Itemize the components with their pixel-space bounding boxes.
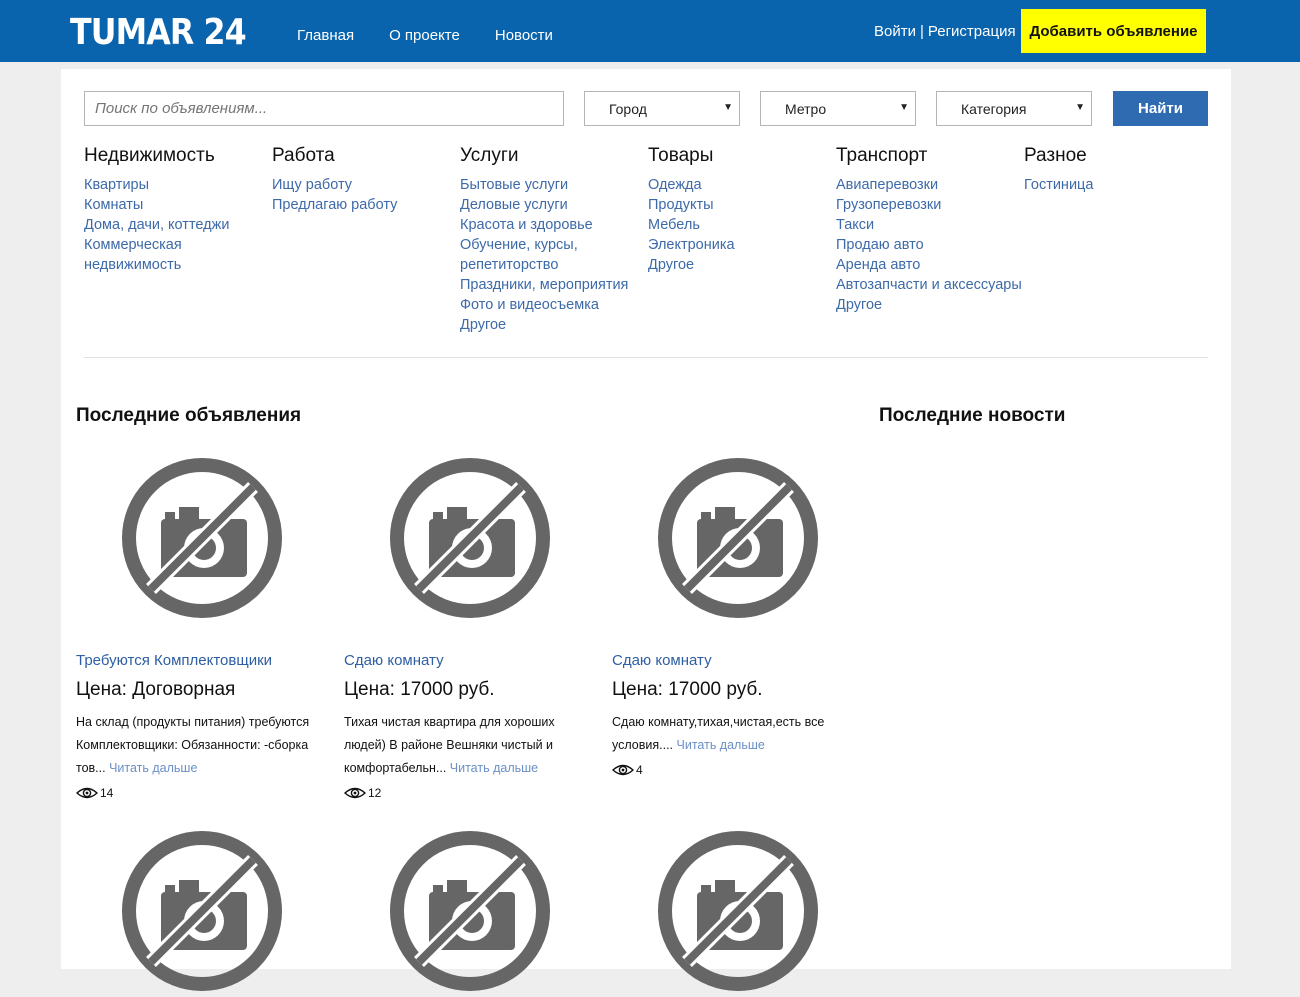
eye-icon bbox=[612, 763, 634, 777]
main-content: Город ▼ Метро ▼ Категория ▼ Найти Недвиж… bbox=[61, 69, 1231, 969]
category-link[interactable]: Одежда bbox=[648, 175, 836, 195]
search-button[interactable]: Найти bbox=[1113, 91, 1208, 126]
auth-separator: | bbox=[919, 23, 924, 40]
ad-title-link[interactable]: Сдаю комнату bbox=[612, 652, 862, 669]
ad-price: Цена: 17000 руб. bbox=[612, 679, 763, 700]
no-photo-icon[interactable] bbox=[121, 830, 283, 992]
add-listing-button[interactable]: Добавить объявление bbox=[1021, 9, 1206, 53]
category-title: Услуги bbox=[460, 145, 519, 166]
site-logo[interactable]: TUMAR 24 bbox=[70, 12, 247, 53]
category-link[interactable]: Ищу работу bbox=[272, 175, 460, 195]
nav-home[interactable]: Главная bbox=[297, 27, 354, 44]
category-link[interactable]: Другое bbox=[648, 255, 836, 275]
category-link[interactable]: Фото и видеосъемка bbox=[460, 295, 632, 315]
no-photo-icon[interactable] bbox=[389, 457, 551, 619]
category-select-label: Категория bbox=[961, 100, 1027, 117]
category-link[interactable]: Такси bbox=[836, 215, 1024, 235]
ad-card bbox=[344, 830, 594, 997]
metro-select[interactable]: Метро ▼ bbox=[760, 91, 916, 126]
category-link[interactable]: Продукты bbox=[648, 195, 836, 215]
login-link[interactable]: Войти bbox=[874, 23, 916, 40]
category-title: Разное bbox=[1024, 145, 1087, 166]
category-link[interactable]: Другое bbox=[836, 295, 1024, 315]
auth-links: Войти | Регистрация bbox=[874, 23, 1016, 40]
ad-title-link[interactable]: Сдаю комнату bbox=[344, 652, 594, 669]
category-link[interactable]: Обучение, курсы, репетиторство bbox=[460, 235, 632, 275]
category-select[interactable]: Категория ▼ bbox=[936, 91, 1092, 126]
ad-card: Требуются Комплектовщики Цена: Договорна… bbox=[76, 457, 326, 800]
category-link[interactable]: Другое bbox=[460, 315, 632, 335]
chevron-down-icon: ▼ bbox=[899, 102, 909, 113]
ad-title-link[interactable]: Требуются Комплектовщики bbox=[76, 652, 326, 669]
category-title: Недвижимость bbox=[84, 145, 215, 166]
chevron-down-icon: ▼ bbox=[723, 102, 733, 113]
search-bar: Город ▼ Метро ▼ Категория ▼ Найти bbox=[84, 91, 1208, 126]
category-column-misc: Разное Гостиница bbox=[1024, 145, 1212, 195]
category-link[interactable]: Праздники, мероприятия bbox=[460, 275, 632, 295]
category-directory: Недвижимость Квартиры Комнаты Дома, дачи… bbox=[84, 145, 1208, 345]
divider bbox=[84, 357, 1208, 358]
category-column-transport: Транспорт Авиаперевозки Грузоперевозки Т… bbox=[836, 145, 1024, 315]
top-bar: TUMAR 24 Главная О проекте Новости Войти… bbox=[0, 0, 1300, 62]
no-photo-icon[interactable] bbox=[657, 457, 819, 619]
category-link[interactable]: Грузоперевозки bbox=[836, 195, 1024, 215]
city-select[interactable]: Город ▼ bbox=[584, 91, 740, 126]
read-more-link[interactable]: Читать дальше bbox=[109, 761, 197, 775]
category-link[interactable]: Авиаперевозки bbox=[836, 175, 1024, 195]
category-link[interactable]: Красота и здоровье bbox=[460, 215, 632, 235]
ad-card: Сдаю комнату Цена: 17000 руб. Сдаю комна… bbox=[612, 457, 862, 777]
category-column-services: Услуги Бытовые услуги Деловые услуги Кра… bbox=[460, 145, 632, 335]
nav-about[interactable]: О проекте bbox=[389, 27, 460, 44]
read-more-link[interactable]: Читать дальше bbox=[677, 738, 765, 752]
ad-views: 14 bbox=[76, 786, 326, 800]
category-title: Товары bbox=[648, 145, 714, 166]
category-link[interactable]: Комнаты bbox=[84, 195, 272, 215]
ad-card: Сдаю комнату Цена: 17000 руб. Тихая чист… bbox=[344, 457, 594, 800]
ad-description: Сдаю комнату,тихая,чистая,есть все услов… bbox=[612, 711, 862, 757]
no-photo-icon[interactable] bbox=[657, 830, 819, 992]
category-link[interactable]: Гостиница bbox=[1024, 175, 1212, 195]
metro-select-label: Метро bbox=[785, 100, 827, 117]
ad-description: Тихая чистая квартира для хороших людей)… bbox=[344, 711, 594, 780]
ad-price: Цена: Договорная bbox=[76, 679, 236, 700]
category-column-jobs: Работа Ищу работу Предлагаю работу bbox=[272, 145, 460, 215]
category-column-real-estate: Недвижимость Квартиры Комнаты Дома, дачи… bbox=[84, 145, 272, 275]
latest-ads-title: Последние объявления bbox=[76, 405, 302, 426]
category-link[interactable]: Коммерческая недвижимость bbox=[84, 235, 272, 275]
ad-card bbox=[76, 830, 326, 997]
category-link[interactable]: Квартиры bbox=[84, 175, 272, 195]
ad-description: На склад (продукты питания) требуются Ко… bbox=[76, 711, 326, 780]
category-title: Транспорт bbox=[836, 145, 928, 166]
category-column-goods: Товары Одежда Продукты Мебель Электроник… bbox=[648, 145, 836, 275]
ad-views: 4 bbox=[612, 763, 862, 777]
no-photo-icon[interactable] bbox=[121, 457, 283, 619]
category-link[interactable]: Аренда авто bbox=[836, 255, 1024, 275]
view-count: 14 bbox=[100, 786, 114, 800]
category-link[interactable]: Бытовые услуги bbox=[460, 175, 632, 195]
category-title: Работа bbox=[272, 145, 335, 166]
ad-views: 12 bbox=[344, 786, 594, 800]
register-link[interactable]: Регистрация bbox=[928, 23, 1016, 40]
latest-news-title: Последние новости bbox=[879, 405, 1066, 426]
ad-card bbox=[612, 830, 862, 997]
category-link[interactable]: Дома, дачи, коттеджи bbox=[84, 215, 272, 235]
category-link[interactable]: Мебель bbox=[648, 215, 836, 235]
view-count: 4 bbox=[636, 763, 643, 777]
no-photo-icon[interactable] bbox=[389, 830, 551, 992]
category-link[interactable]: Деловые услуги bbox=[460, 195, 632, 215]
category-link[interactable]: Предлагаю работу bbox=[272, 195, 460, 215]
city-select-label: Город bbox=[609, 100, 647, 117]
category-link[interactable]: Электроника bbox=[648, 235, 836, 255]
search-input[interactable] bbox=[84, 91, 564, 126]
chevron-down-icon: ▼ bbox=[1075, 102, 1085, 113]
nav-news[interactable]: Новости bbox=[495, 27, 553, 44]
category-link[interactable]: Автозапчасти и аксессуары bbox=[836, 275, 1024, 295]
category-link[interactable]: Продаю авто bbox=[836, 235, 1024, 255]
view-count: 12 bbox=[368, 786, 382, 800]
ad-price: Цена: 17000 руб. bbox=[344, 679, 495, 700]
read-more-link[interactable]: Читать дальше bbox=[450, 761, 538, 775]
eye-icon bbox=[344, 786, 366, 800]
main-nav: Главная О проекте Новости bbox=[297, 27, 553, 44]
eye-icon bbox=[76, 786, 98, 800]
